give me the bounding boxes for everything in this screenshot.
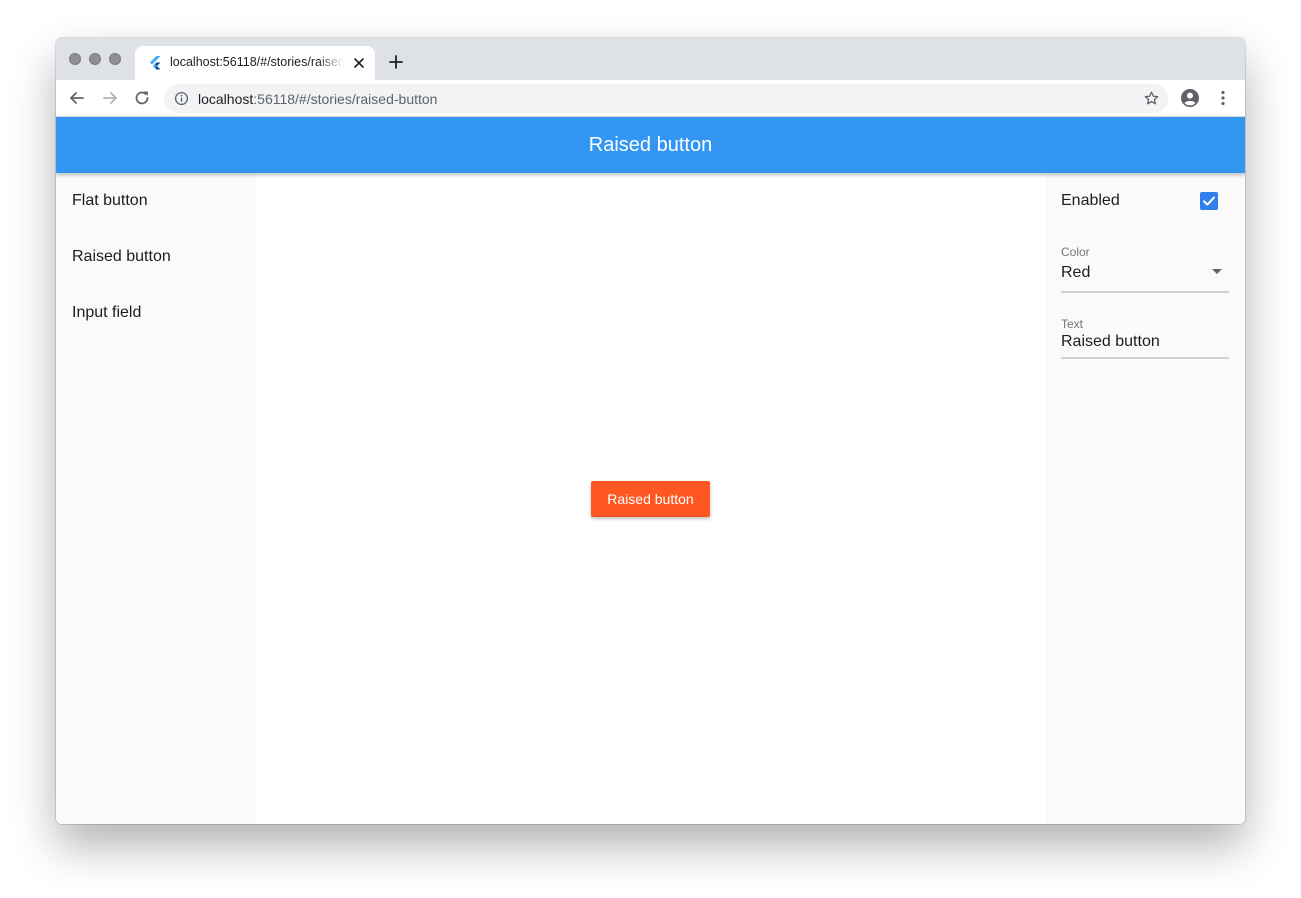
app-root: Raised button Flat button Raised button … <box>56 117 1245 824</box>
browser-tab[interactable]: localhost:56118/#/stories/raised-button <box>135 46 375 80</box>
raised-button[interactable]: Raised button <box>591 481 710 517</box>
text-field-underline <box>1061 357 1229 359</box>
knobs-panel: Enabled Color Red Text Raised button <box>1045 173 1245 824</box>
bookmark-star-icon[interactable] <box>1143 90 1160 107</box>
url-text[interactable]: localhost:56118/#/stories/raised-button <box>198 91 437 107</box>
text-field-label: Text <box>1061 317 1084 331</box>
color-field-underline <box>1061 291 1229 293</box>
checkmark-icon <box>1203 196 1215 206</box>
page-title: Raised button <box>588 134 713 156</box>
url-path: :56118/#/stories/raised-button <box>253 91 438 107</box>
close-icon[interactable] <box>351 55 367 71</box>
enabled-checkbox[interactable] <box>1200 192 1218 210</box>
tab-strip: localhost:56118/#/stories/raised-button <box>56 38 1245 80</box>
flutter-logo-icon <box>150 56 161 70</box>
window-minimize-dot[interactable] <box>89 53 101 65</box>
profile-avatar-icon[interactable] <box>1180 88 1200 108</box>
color-field-label: Color <box>1061 245 1090 259</box>
sidebar-item-raised-button[interactable]: Raised button <box>72 248 171 266</box>
back-arrow-icon[interactable] <box>67 88 87 108</box>
story-canvas: Raised button <box>256 173 1045 824</box>
forward-arrow-icon[interactable] <box>100 88 120 108</box>
browser-toolbar: localhost:56118/#/stories/raised-button <box>56 80 1245 117</box>
text-input[interactable]: Raised button <box>1061 333 1160 351</box>
window-maximize-dot[interactable] <box>109 53 121 65</box>
stories-sidebar: Flat button Raised button Input field <box>56 173 256 824</box>
window-close-dot[interactable] <box>69 53 81 65</box>
sidebar-item-flat-button[interactable]: Flat button <box>72 192 148 210</box>
new-tab-icon[interactable] <box>386 52 406 72</box>
sidebar-item-input-field[interactable]: Input field <box>72 304 141 322</box>
enabled-label: Enabled <box>1061 192 1120 209</box>
more-menu-icon[interactable] <box>1213 88 1233 108</box>
color-select[interactable]: Red <box>1061 264 1090 282</box>
app-bar: Raised button <box>56 117 1245 173</box>
url-host: localhost <box>198 91 254 107</box>
address-bar[interactable]: localhost:56118/#/stories/raised-button <box>164 84 1168 113</box>
tab-title: localhost:56118/#/stories/raised-button <box>170 55 344 69</box>
dropdown-arrow-icon[interactable] <box>1212 269 1222 274</box>
browser-window: localhost:56118/#/stories/raised-button <box>56 38 1245 824</box>
info-icon[interactable] <box>174 91 189 106</box>
reload-icon[interactable] <box>132 88 152 108</box>
